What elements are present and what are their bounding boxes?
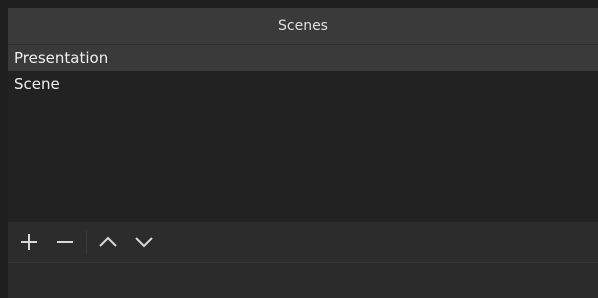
chevron-down-icon xyxy=(135,237,153,248)
scene-item-presentation[interactable]: Presentation xyxy=(8,45,598,71)
scene-list[interactable]: Presentation Scene xyxy=(8,44,598,223)
scene-item-label: Scene xyxy=(14,75,60,93)
scenes-title-label: Scenes xyxy=(278,18,328,34)
add-scene-button[interactable] xyxy=(14,227,44,257)
chevron-up-icon xyxy=(99,236,117,247)
move-scene-down-button[interactable] xyxy=(129,227,159,257)
scenes-dock: Scenes Presentation Scene xyxy=(0,0,598,298)
dock-footer xyxy=(8,262,598,298)
scene-item-scene[interactable]: Scene xyxy=(8,71,598,97)
scene-item-label: Presentation xyxy=(14,49,109,67)
minus-icon xyxy=(57,241,73,243)
scenes-dock-title: Scenes xyxy=(8,8,598,44)
move-scene-up-button[interactable] xyxy=(93,227,123,257)
plus-icon xyxy=(21,234,37,250)
toolbar-divider xyxy=(86,230,87,254)
remove-scene-button[interactable] xyxy=(50,227,80,257)
scenes-toolbar xyxy=(8,222,598,262)
